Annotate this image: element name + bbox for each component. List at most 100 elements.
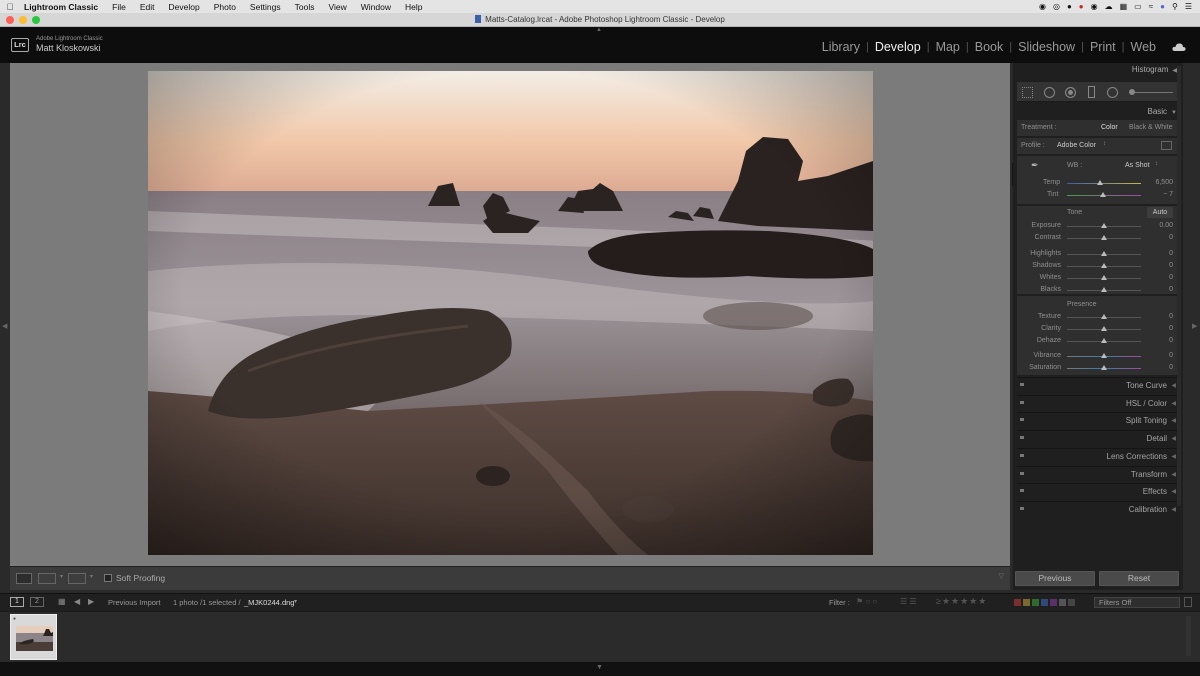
tone-curve-expand-icon[interactable]: ◀ — [1171, 382, 1176, 389]
auto-tone-button[interactable]: Auto — [1147, 207, 1173, 218]
panel-toggle-top-icon[interactable]: ▲ — [596, 27, 602, 33]
hsl-color-expand-icon[interactable]: ◀ — [1171, 400, 1176, 407]
module-library[interactable]: Library — [816, 40, 866, 54]
spotlight-icon[interactable]: ⚲ — [1172, 2, 1178, 11]
left-panel-toggle-icon[interactable]: ◀ — [2, 322, 7, 330]
module-print[interactable]: Print — [1084, 40, 1122, 54]
clarity-value[interactable]: 0 — [1149, 325, 1173, 332]
module-web[interactable]: Web — [1125, 40, 1162, 54]
effects-expand-icon[interactable]: ◀ — [1171, 488, 1176, 495]
module-map[interactable]: Map — [930, 40, 966, 54]
soft-proofing-checkbox[interactable] — [104, 574, 112, 582]
vibrance-value[interactable]: 0 — [1149, 352, 1173, 359]
before-after-dropdown-icon[interactable]: ▾ — [60, 573, 63, 580]
mirroring-icon[interactable]: ▭ — [1134, 2, 1142, 11]
lens-corrections-panel-header[interactable]: Lens Corrections ◀ — [1017, 447, 1179, 464]
temp-slider-thumb[interactable] — [1097, 180, 1104, 185]
back-arrow-icon[interactable]: ◀ — [74, 597, 80, 606]
split-toning-expand-icon[interactable]: ◀ — [1171, 417, 1176, 424]
contrast-value[interactable]: 0 — [1149, 234, 1173, 241]
spot-removal-icon[interactable] — [1044, 87, 1055, 98]
calibration-toggle-switch[interactable] — [1020, 506, 1024, 510]
cloud-status-icon[interactable]: ☁ — [1105, 2, 1113, 11]
detail-toggle-switch[interactable] — [1020, 436, 1024, 440]
highlights-slider-thumb[interactable] — [1101, 251, 1107, 256]
lens-corrections-toggle-switch[interactable] — [1020, 453, 1024, 457]
calibration-panel-header[interactable]: Calibration ◀ — [1017, 500, 1179, 517]
grid-icon[interactable]: ▦ — [1120, 2, 1128, 11]
effects-toggle-switch[interactable] — [1020, 489, 1024, 493]
panel-scrollbar[interactable] — [1177, 66, 1181, 506]
temp-slider-track[interactable] — [1067, 183, 1141, 184]
wb-select[interactable]: As Shot — [1125, 162, 1150, 169]
toolbar-options-icon[interactable]: ▾ — [90, 573, 93, 580]
detail-expand-icon[interactable]: ◀ — [1171, 435, 1176, 442]
tint-slider-thumb[interactable] — [1100, 192, 1107, 197]
photo-preview[interactable] — [148, 71, 873, 555]
highlights-value[interactable]: 0 — [1149, 250, 1173, 257]
whites-slider-thumb[interactable] — [1101, 275, 1107, 280]
notification-center-icon[interactable]: ☰ — [1185, 2, 1192, 11]
menu-photo[interactable]: Photo — [207, 2, 243, 12]
transform-expand-icon[interactable]: ◀ — [1171, 471, 1176, 478]
siri-icon[interactable]: ● — [1160, 2, 1165, 11]
filmstrip-scrollbar[interactable] — [1186, 616, 1191, 656]
hsl-color-toggle-switch[interactable] — [1020, 400, 1024, 404]
module-develop[interactable]: Develop — [869, 40, 927, 54]
radial-filter-icon[interactable] — [1107, 87, 1118, 98]
detail-panel-header[interactable]: Detail ◀ — [1017, 430, 1179, 446]
treatment-color-option[interactable]: Color — [1101, 124, 1118, 131]
basic-header[interactable]: Basic ▼ — [1147, 107, 1177, 116]
hsl-color-panel-header[interactable]: HSL / Color ◀ — [1017, 394, 1179, 411]
red-eye-icon[interactable] — [1065, 87, 1076, 98]
adjustment-brush-icon[interactable] — [1129, 92, 1173, 93]
profile-browser-icon[interactable] — [1161, 141, 1172, 150]
histogram-header[interactable]: Histogram ◀ — [1132, 65, 1177, 74]
graduated-filter-icon[interactable] — [1088, 86, 1095, 98]
menu-window[interactable]: Window — [354, 2, 398, 12]
tone-curve-panel-header[interactable]: Tone Curve ◀ — [1017, 377, 1179, 393]
menu-app-name[interactable]: Lightroom Classic — [20, 2, 105, 12]
flag-filter-icons[interactable]: ⚑ ○ ○ — [856, 597, 877, 606]
tone-curve-toggle-switch[interactable] — [1020, 383, 1024, 386]
menu-help[interactable]: Help — [398, 2, 429, 12]
blacks-value[interactable]: 0 — [1149, 286, 1173, 293]
window-2-button[interactable]: 2 — [30, 597, 44, 607]
compass-icon[interactable]: ◎ — [1053, 2, 1060, 11]
edit-filter-icons[interactable]: ☰ ☰ — [900, 597, 917, 606]
module-book[interactable]: Book — [969, 40, 1010, 54]
effects-panel-header[interactable]: Effects ◀ — [1017, 483, 1179, 499]
module-slideshow[interactable]: Slideshow — [1012, 40, 1081, 54]
loupe-view-button[interactable] — [16, 573, 32, 584]
menu-view[interactable]: View — [321, 2, 353, 12]
exposure-value[interactable]: 0.00 — [1149, 222, 1173, 229]
bottom-panel-toggle-icon[interactable]: ▼ — [596, 664, 603, 671]
rating-filter-stars[interactable]: ≥★★★★★ — [936, 596, 987, 607]
calibration-expand-icon[interactable]: ◀ — [1171, 506, 1176, 513]
filename-dropdown-icon[interactable]: ▾ — [294, 598, 297, 605]
texture-value[interactable]: 0 — [1149, 313, 1173, 320]
transform-panel-header[interactable]: Transform ◀ — [1017, 465, 1179, 482]
blacks-slider-thumb[interactable] — [1101, 287, 1107, 292]
crop-tool-icon[interactable] — [1022, 87, 1033, 98]
window-1-button[interactable]: 1 — [10, 597, 24, 607]
menu-develop[interactable]: Develop — [162, 2, 207, 12]
filter-lock-icon[interactable] — [1184, 597, 1192, 607]
filmstrip-thumbnail[interactable]: ● — [10, 614, 57, 660]
transform-toggle-switch[interactable] — [1020, 471, 1024, 475]
split-toning-toggle-switch[interactable] — [1020, 418, 1024, 422]
menu-file[interactable]: File — [105, 2, 133, 12]
dehaze-slider-thumb[interactable] — [1101, 338, 1107, 343]
tint-value[interactable]: − 7 — [1149, 191, 1173, 198]
right-panel-toggle-icon[interactable]: ▶ — [1192, 322, 1197, 330]
profile-select[interactable]: Adobe Color — [1057, 142, 1096, 149]
profile-dropdown-icon[interactable]: ↕ — [1103, 141, 1106, 147]
saturation-slider-thumb[interactable] — [1101, 365, 1107, 370]
menu-tools[interactable]: Tools — [288, 2, 322, 12]
whites-value[interactable]: 0 — [1149, 274, 1173, 281]
shadows-value[interactable]: 0 — [1149, 262, 1173, 269]
lens-corrections-expand-icon[interactable]: ◀ — [1171, 453, 1176, 460]
menu-edit[interactable]: Edit — [133, 2, 162, 12]
apple-icon[interactable]:  — [0, 2, 20, 12]
temp-value[interactable]: 6,500 — [1149, 179, 1173, 186]
